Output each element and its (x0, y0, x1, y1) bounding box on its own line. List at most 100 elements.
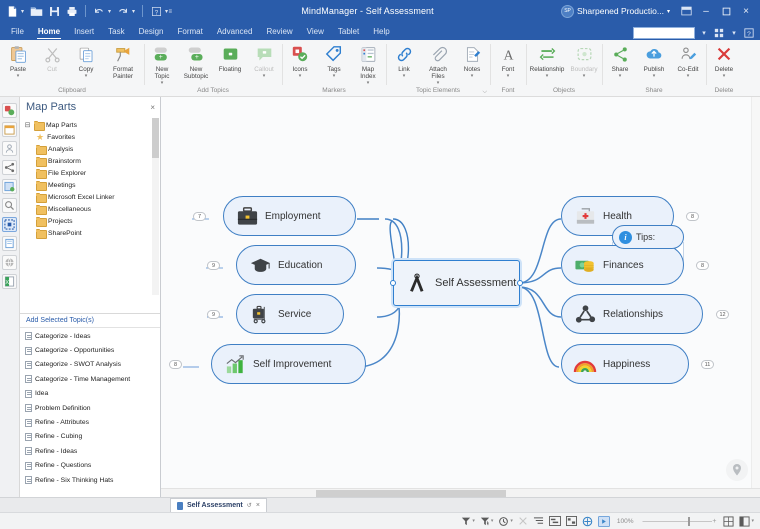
zoom-slider-knob[interactable] (688, 516, 691, 526)
topic-badge-happiness[interactable]: 11 (701, 360, 714, 369)
list-item[interactable]: Categorize - Opportunities (25, 343, 160, 357)
boundary-caret-icon[interactable]: ▾ (583, 74, 586, 79)
ribbon-grid-icon[interactable] (713, 27, 725, 39)
list-item[interactable]: Refine - Attributes (25, 415, 160, 429)
central-topic-self-assessment[interactable]: Self Assessment (390, 260, 523, 306)
help-question-icon[interactable]: ? (148, 3, 164, 19)
boundary-button[interactable]: Boundary ▾ (567, 42, 601, 79)
tree-item-microsoft-excel-linker[interactable]: Microsoft Excel Linker (24, 191, 160, 203)
tree-expander-icon[interactable]: ⊟ (24, 121, 31, 129)
history-icon[interactable]: ▾ (498, 516, 513, 527)
attach-files-button[interactable]: Attach Files ▾ (421, 42, 455, 86)
ribbon-help-icon[interactable]: ? (743, 27, 755, 39)
minimize-button[interactable]: – (696, 1, 716, 21)
list-item[interactable]: Refine - Ideas (25, 444, 160, 458)
topic-elements-dialog-launcher-icon[interactable]: ⌵ (482, 89, 487, 96)
topic-badge-education[interactable]: 9 (207, 261, 220, 270)
tags-caret-icon[interactable]: ▾ (333, 74, 336, 79)
presentation-icon[interactable] (597, 515, 610, 527)
print-icon[interactable] (64, 3, 80, 19)
tab-format[interactable]: Format (171, 23, 210, 40)
new-document-caret-icon[interactable]: ▾ (21, 8, 24, 15)
co-edit-caret-icon[interactable]: ▾ (687, 74, 690, 79)
tree-item-projects[interactable]: Projects (24, 215, 160, 227)
paste-button[interactable]: Paste ▾ (1, 42, 35, 79)
paste-caret-icon[interactable]: ▾ (17, 74, 20, 79)
redo-caret-icon[interactable]: ▾ (132, 8, 135, 15)
topic-relationships[interactable]: Relationships (561, 294, 703, 334)
icons-button[interactable]: Icons ▾ (283, 42, 317, 79)
relationship-button[interactable]: Relationship ▾ (527, 42, 567, 79)
tree-root-map-parts[interactable]: ⊟ Map Parts (24, 119, 160, 131)
tree-item-brainstorm[interactable]: Brainstorm (24, 155, 160, 167)
tree-item-favorites[interactable]: ★ Favorites (24, 131, 160, 143)
resize-grip-right[interactable] (517, 280, 523, 286)
fit-map-icon[interactable] (723, 515, 735, 527)
undo-icon[interactable] (91, 3, 107, 19)
tab-review[interactable]: Review (259, 23, 299, 40)
account-menu[interactable]: SP Sharpened Productio... ▾ (561, 4, 670, 18)
network-icon[interactable] (2, 160, 17, 175)
topic-education[interactable]: Education (236, 245, 356, 285)
share-button[interactable]: Share ▾ (603, 42, 637, 79)
link-button[interactable]: Link ▾ (387, 42, 421, 79)
tree-item-miscellaneous[interactable]: Miscellaneous (24, 203, 160, 215)
topic-badge-health[interactable]: 8 (686, 212, 699, 221)
copy-caret-icon[interactable]: ▾ (85, 74, 88, 79)
map-index-button[interactable]: Map Index ▾ (351, 42, 385, 86)
notes-button[interactable]: Notes ▾ (455, 42, 489, 79)
font-caret-icon[interactable]: ▾ (507, 74, 510, 79)
list-item[interactable]: Categorize - Ideas (25, 329, 160, 343)
slide-icon[interactable] (518, 516, 528, 526)
undo-caret-icon[interactable]: ▾ (108, 8, 111, 15)
publish-caret-icon[interactable]: ▾ (653, 74, 656, 79)
zoom-in-button[interactable]: + (712, 518, 716, 525)
list-item[interactable]: Problem Definition (25, 401, 160, 415)
list-item[interactable]: Refine - Cubing (25, 430, 160, 444)
layout-view-icon[interactable]: ▾ (739, 515, 754, 527)
tree-item-analysis[interactable]: Analysis (24, 143, 160, 155)
publish-button[interactable]: Publish ▾ (637, 42, 671, 79)
add-selected-topics-link[interactable]: Add Selected Topic(s) (20, 314, 160, 328)
excel-linker-icon[interactable]: X (2, 274, 17, 289)
ribbon-display-options-icon[interactable] (676, 1, 696, 21)
list-item[interactable]: Categorize - Time Management (25, 372, 160, 386)
topic-badge-finances[interactable]: 8 (696, 261, 709, 270)
list-item[interactable]: Idea (25, 387, 160, 401)
tell-me-caret-icon[interactable]: ▾ (698, 27, 710, 39)
walk-through-icon[interactable] (582, 516, 593, 527)
library-icon[interactable] (2, 179, 17, 194)
zoom-slider[interactable]: – + (642, 516, 716, 526)
map-canvas[interactable]: i Tips: Employment 7 Education 9 Service… (161, 97, 760, 497)
tab-file[interactable]: File (4, 23, 31, 40)
callout-button[interactable]: Callout ▾ (247, 42, 281, 79)
list-item[interactable]: Refine - Questions (25, 459, 160, 473)
resize-grip-left[interactable] (390, 280, 396, 286)
power-filter-icon[interactable]: ▾ (480, 516, 493, 526)
globe-icon[interactable] (2, 255, 17, 270)
topic-badge-service[interactable]: 9 (207, 310, 220, 319)
tab-design[interactable]: Design (132, 23, 171, 40)
outline-view-icon[interactable] (533, 516, 544, 526)
document-refresh-icon[interactable]: ↺ (247, 502, 252, 509)
new-document-icon[interactable] (4, 3, 20, 19)
map-parts-close-icon[interactable]: × (150, 103, 155, 112)
schedule-view-icon[interactable] (565, 516, 577, 526)
map-parts-icon[interactable] (2, 217, 17, 232)
topic-finances[interactable]: Finances (561, 245, 684, 285)
gantt-view-icon[interactable] (548, 516, 561, 526)
topic-badge-employment[interactable]: 7 (193, 212, 206, 221)
topic-self-improvement[interactable]: Self Improvement (211, 344, 366, 384)
ribbon-grid-caret-icon[interactable]: ▾ (728, 27, 740, 39)
tab-home[interactable]: Home (31, 23, 67, 40)
delete-caret-icon[interactable]: ▾ (723, 74, 726, 79)
cut-button[interactable]: Cut (35, 42, 69, 74)
icons-caret-icon[interactable]: ▾ (299, 74, 302, 79)
canvas-vertical-scrollbar[interactable] (751, 97, 760, 488)
maximize-button[interactable] (716, 1, 736, 21)
document-tab-self-assessment[interactable]: Self Assessment ↺ × (170, 498, 267, 512)
calendar-icon[interactable] (2, 122, 17, 137)
qat-overflow-caret-icon[interactable]: ▾ ≡ (165, 8, 172, 15)
floating-topic-button[interactable]: Floating (213, 42, 247, 74)
account-caret-icon[interactable]: ▾ (667, 8, 670, 15)
